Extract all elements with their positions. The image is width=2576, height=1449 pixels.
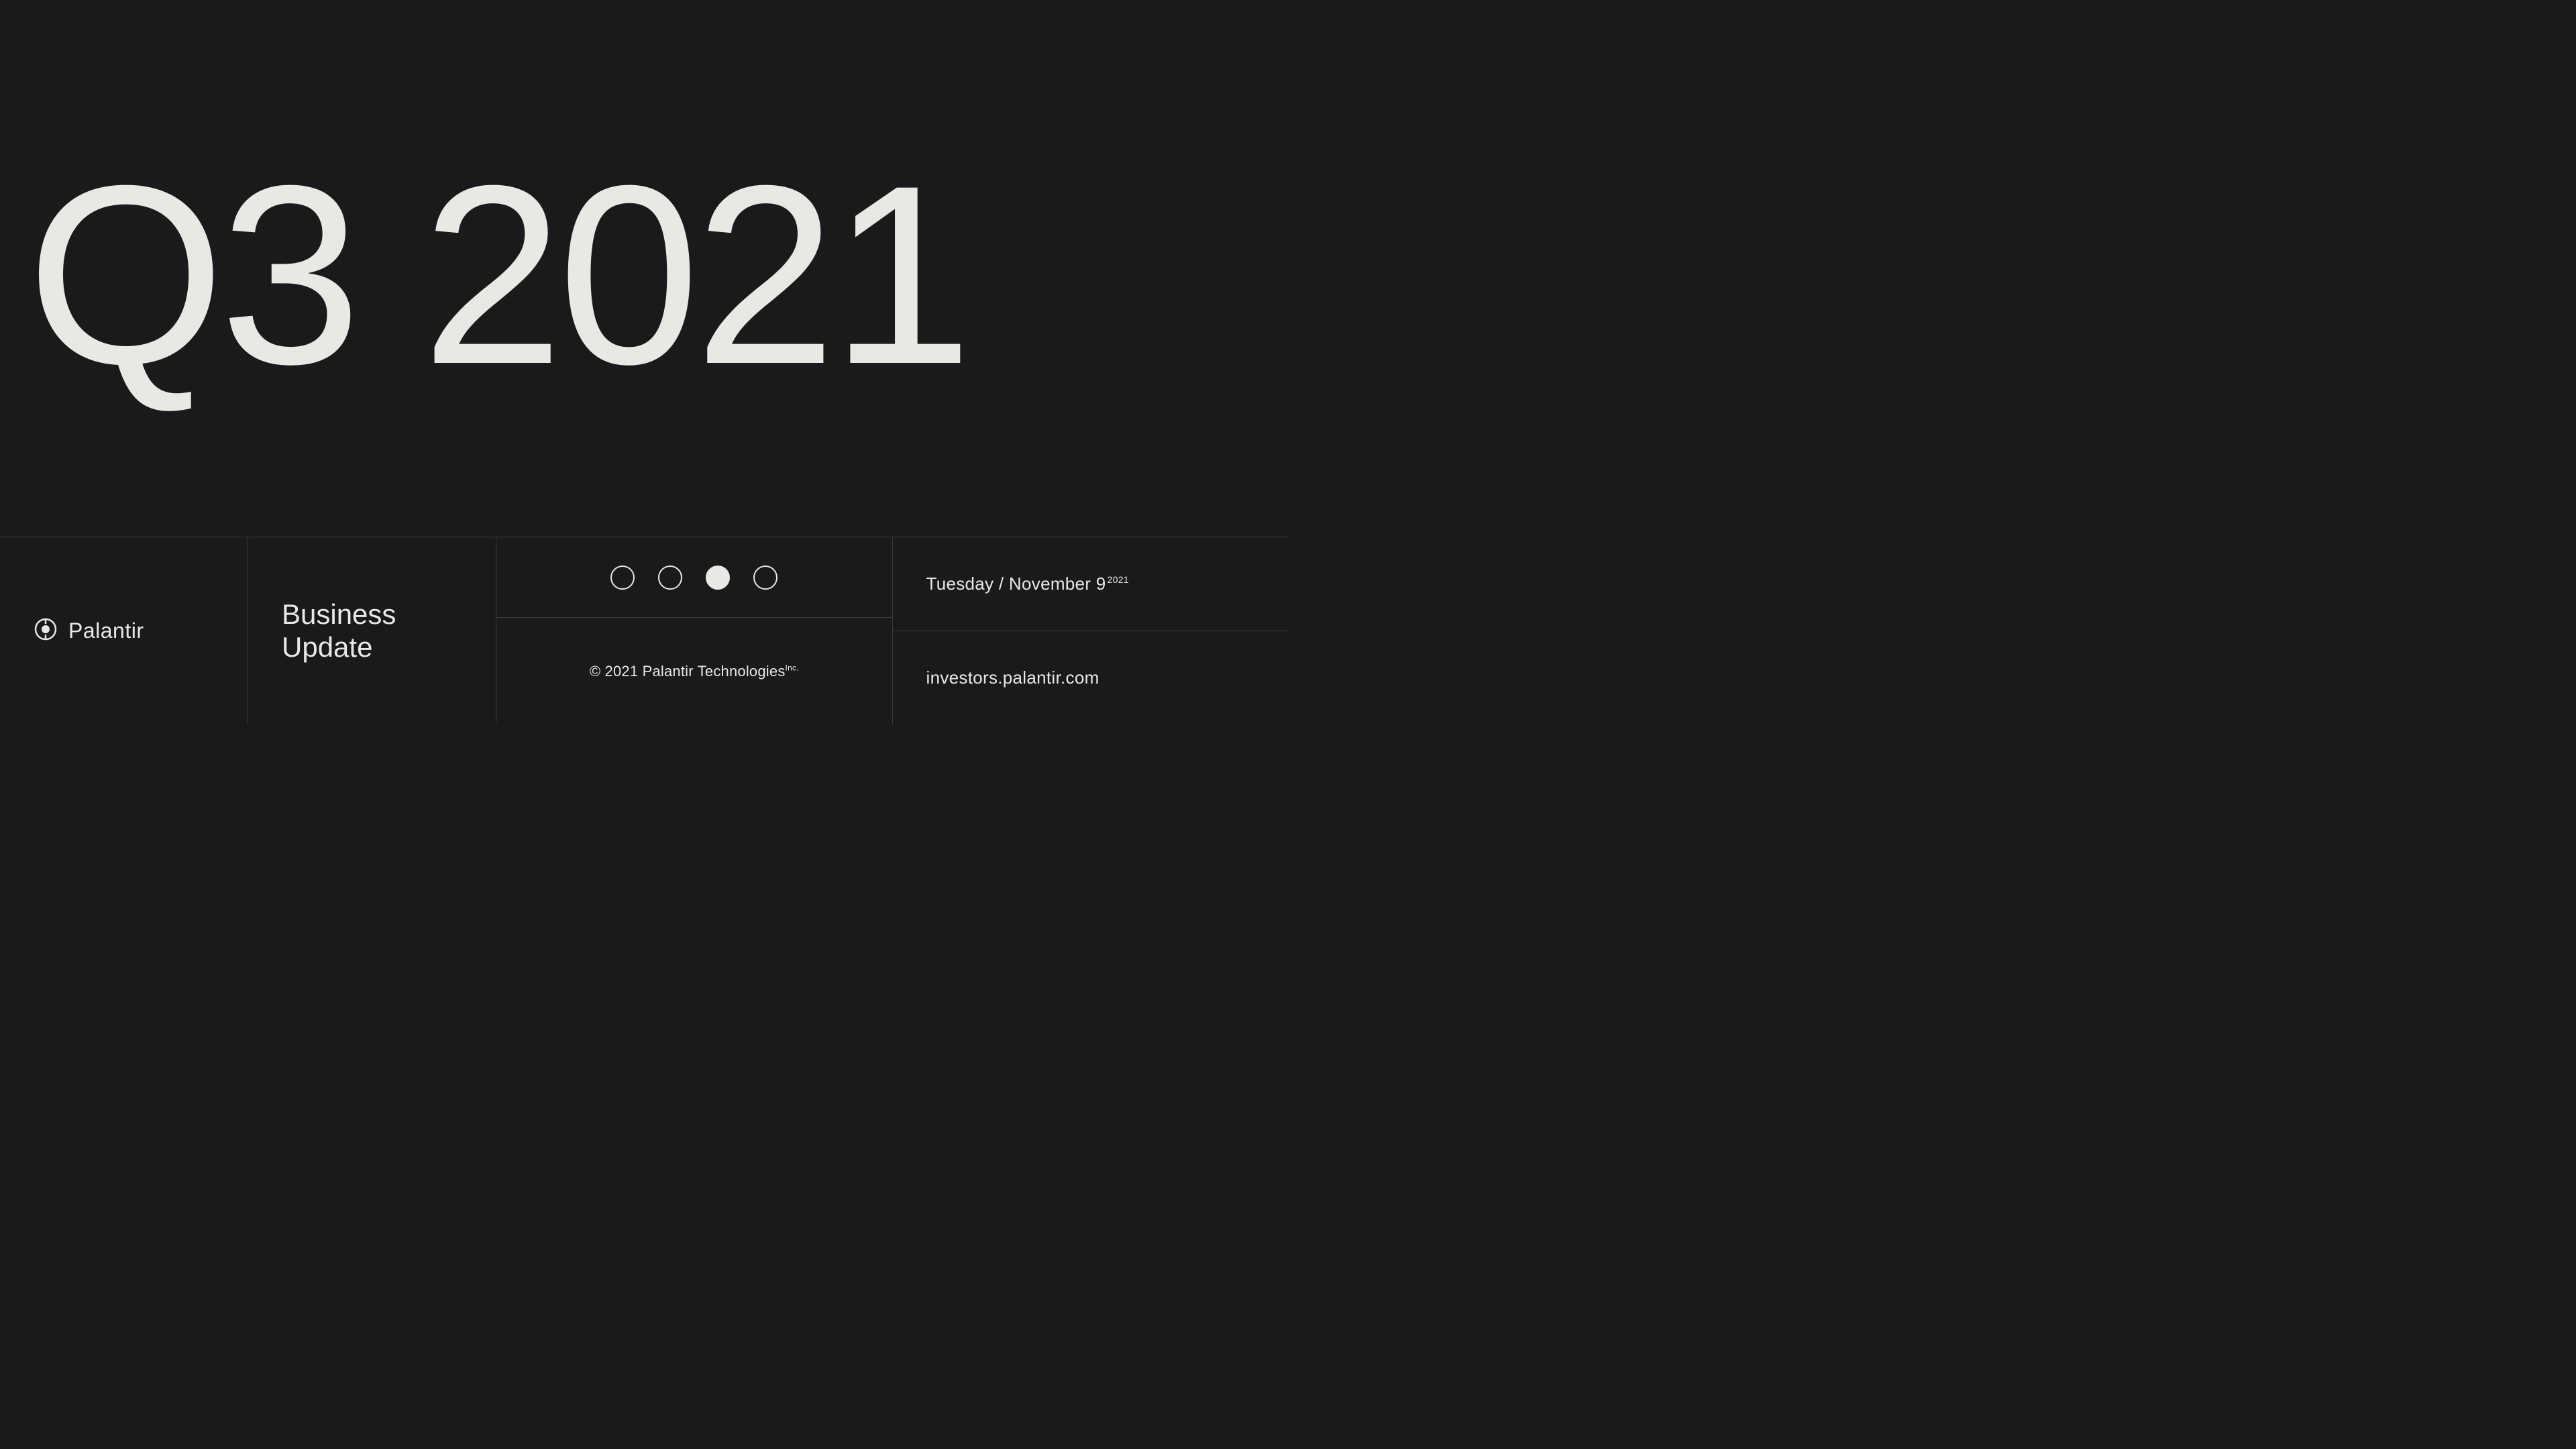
footer-right-col: Tuesday / November 92021 investors.palan… (893, 537, 1289, 724)
investors-url: investors.palantir.com (926, 667, 1099, 688)
hero-section: Q3 2021 (0, 0, 1288, 537)
business-update-line1: Business (282, 598, 396, 630)
footer-dots-col: © 2021 Palantir TechnologiesInc. (496, 537, 893, 724)
investors-row: investors.palantir.com (893, 631, 1289, 724)
business-update-line2: Update (282, 631, 372, 663)
business-update-text: Business Update (282, 598, 462, 663)
hero-title: Q3 2021 (27, 160, 967, 390)
dots-row (496, 537, 892, 618)
dot-1 (610, 566, 635, 590)
date-row: Tuesday / November 92021 (893, 537, 1289, 631)
dot-3-filled (706, 566, 730, 590)
dot-2 (658, 566, 682, 590)
footer-section: Palantir Business Update © 2021 Palantir… (0, 537, 1288, 724)
palantir-icon (34, 617, 58, 645)
main-container: Q3 2021 Palantir Business (0, 0, 1288, 724)
footer-update-col: Business Update (248, 537, 496, 724)
palantir-logo: Palantir (34, 617, 214, 645)
date-text: Tuesday / November 92021 (926, 574, 1129, 594)
palantir-logo-text: Palantir (68, 619, 144, 643)
dot-4 (753, 566, 777, 590)
footer-logo-col: Palantir (0, 537, 248, 724)
copyright-text: © 2021 Palantir TechnologiesInc. (590, 663, 799, 680)
copyright-row: © 2021 Palantir TechnologiesInc. (496, 618, 892, 724)
